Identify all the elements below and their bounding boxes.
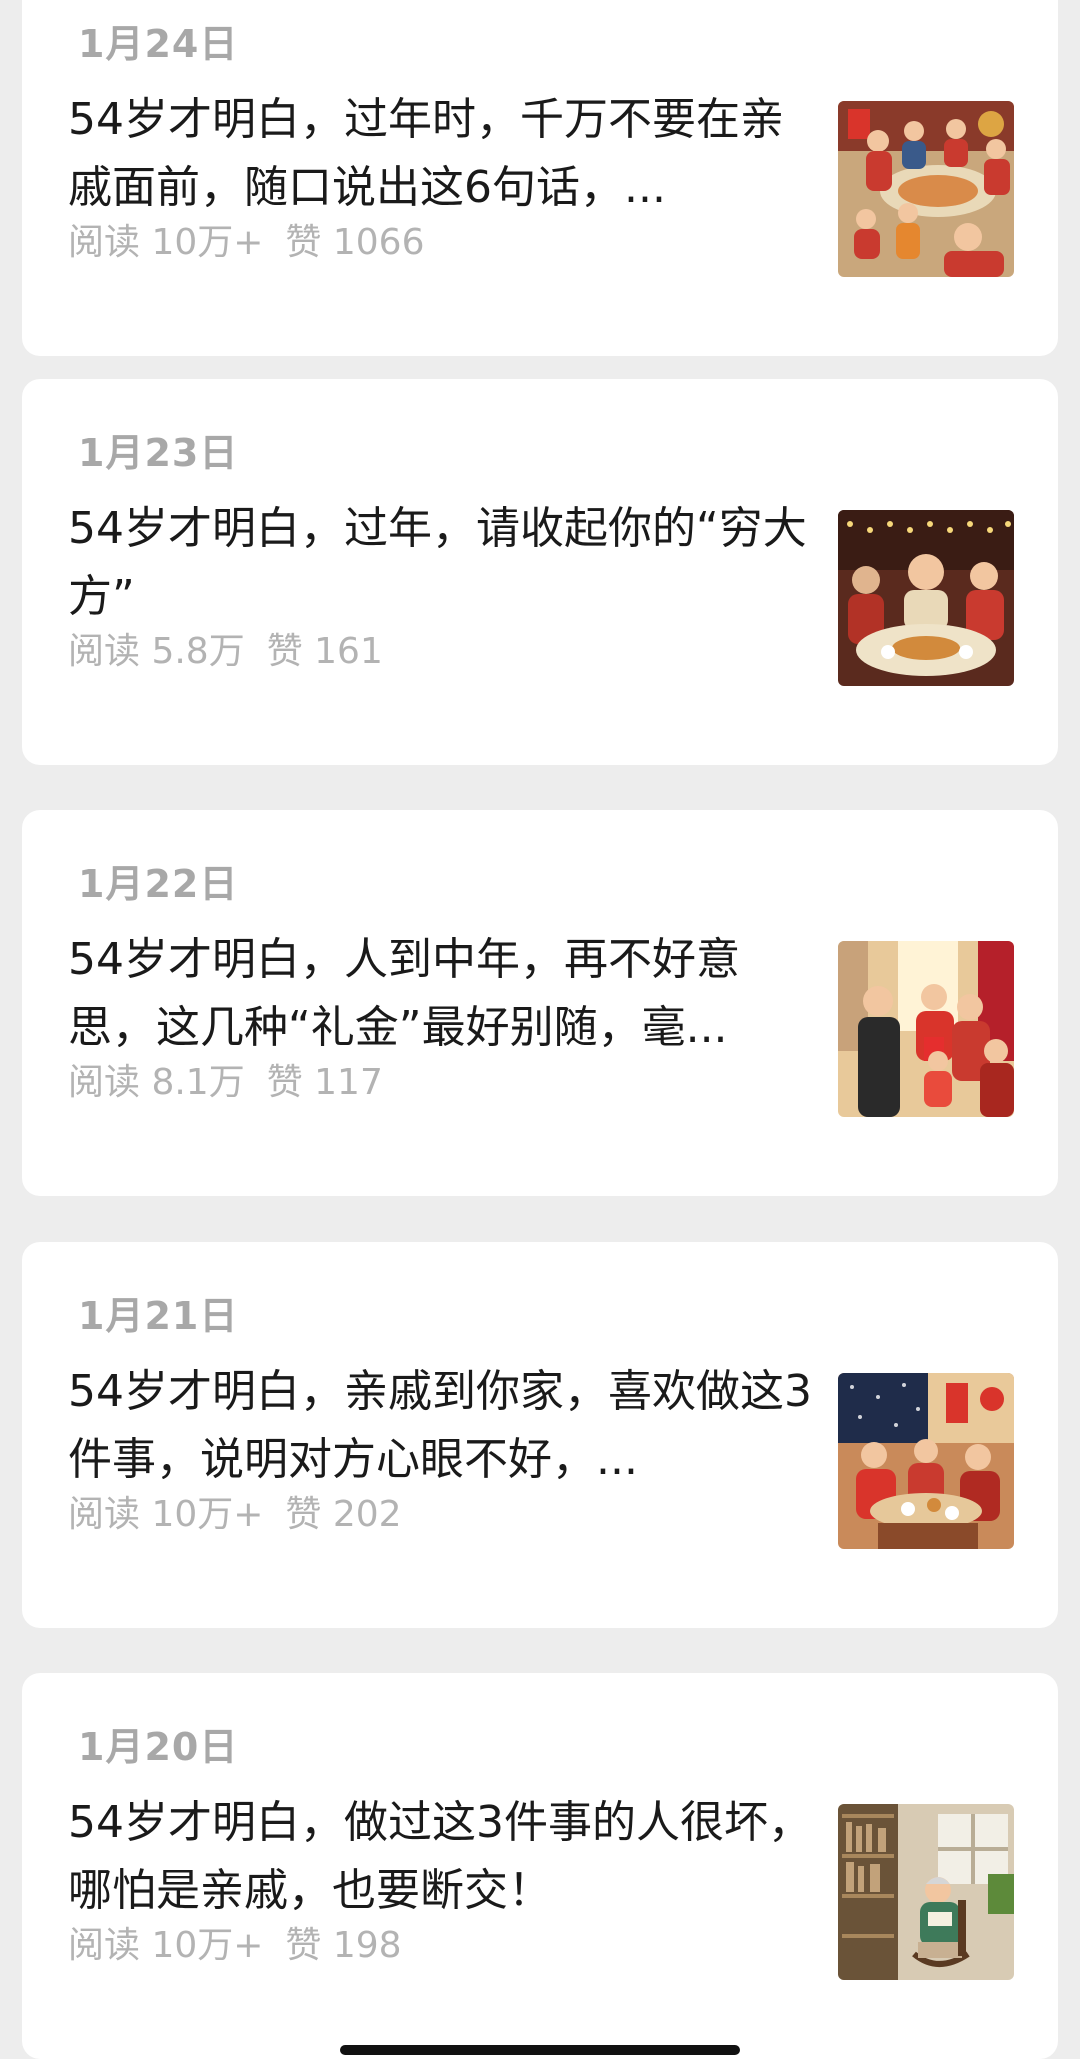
article-title[interactable]: 54岁才明白，做过这3件事的人很坏，哪怕是亲戚，也要断交！ xyxy=(68,1789,818,1925)
article-card[interactable]: 1月23日 54岁才明白，过年，请收起你的“穷大方” 阅读 5.8万赞 161 xyxy=(22,379,1058,765)
family-reunion-image xyxy=(838,510,1014,686)
relatives-visit-image xyxy=(838,1373,1014,1549)
like-count: 赞 198 xyxy=(285,1925,402,1966)
article-date: 1月23日 xyxy=(78,431,239,475)
article-stats: 阅读 8.1万赞 117 xyxy=(68,1060,383,1106)
article-thumbnail[interactable] xyxy=(838,1373,1014,1549)
article-date: 1月22日 xyxy=(78,862,239,906)
read-count: 阅读 10万+ xyxy=(68,1494,264,1535)
article-card[interactable]: 1月20日 54岁才明白，做过这3件事的人很坏，哪怕是亲戚，也要断交！ 阅读 1… xyxy=(22,1673,1058,2059)
article-stats: 阅读 10万+ 赞 202 xyxy=(68,1492,402,1538)
home-indicator[interactable] xyxy=(340,2045,740,2055)
read-count: 阅读 10万+ xyxy=(68,1925,264,1966)
like-count: 赞 161 xyxy=(266,631,383,672)
article-title[interactable]: 54岁才明白，人到中年，再不好意思，这几种“礼金”最好别随，毫... xyxy=(68,926,818,1062)
article-stats: 阅读 5.8万赞 161 xyxy=(68,629,383,675)
article-card[interactable]: 1月21日 54岁才明白，亲戚到你家，喜欢做这3件事，说明对方心眼不好，... … xyxy=(22,1242,1058,1628)
article-date: 1月24日 xyxy=(78,22,239,66)
article-thumbnail[interactable] xyxy=(838,510,1014,686)
article-thumbnail[interactable] xyxy=(838,101,1014,277)
article-card[interactable]: 1月22日 54岁才明白，人到中年，再不好意思，这几种“礼金”最好别随，毫...… xyxy=(22,810,1058,1196)
article-title[interactable]: 54岁才明白，过年，请收起你的“穷大方” xyxy=(68,495,818,631)
article-title[interactable]: 54岁才明白，过年时，千万不要在亲戚面前，随口说出这6句话，... xyxy=(68,86,818,222)
read-count: 阅读 10万+ xyxy=(68,222,264,263)
read-count: 阅读 5.8万 xyxy=(68,631,245,672)
article-feed: 1月24日 54岁才明白，过年时，千万不要在亲戚面前，随口说出这6句话，... … xyxy=(0,0,1080,2059)
article-stats: 阅读 10万+ 赞 1066 xyxy=(68,220,424,266)
like-count: 赞 202 xyxy=(285,1494,402,1535)
article-stats: 阅读 10万+ 赞 198 xyxy=(68,1923,402,1969)
article-thumbnail[interactable] xyxy=(838,941,1014,1117)
article-card[interactable]: 1月24日 54岁才明白，过年时，千万不要在亲戚面前，随口说出这6句话，... … xyxy=(22,0,1058,356)
article-date: 1月21日 xyxy=(78,1294,239,1338)
article-thumbnail[interactable] xyxy=(838,1804,1014,1980)
article-title[interactable]: 54岁才明白，亲戚到你家，喜欢做这3件事，说明对方心眼不好，... xyxy=(68,1358,818,1494)
like-count: 赞 117 xyxy=(266,1062,383,1103)
red-envelope-image xyxy=(838,941,1014,1117)
like-count: 赞 1066 xyxy=(285,222,425,263)
woman-reading-image xyxy=(838,1804,1014,1980)
family-dinner-image xyxy=(838,101,1014,277)
read-count: 阅读 8.1万 xyxy=(68,1062,245,1103)
article-date: 1月20日 xyxy=(78,1725,239,1769)
